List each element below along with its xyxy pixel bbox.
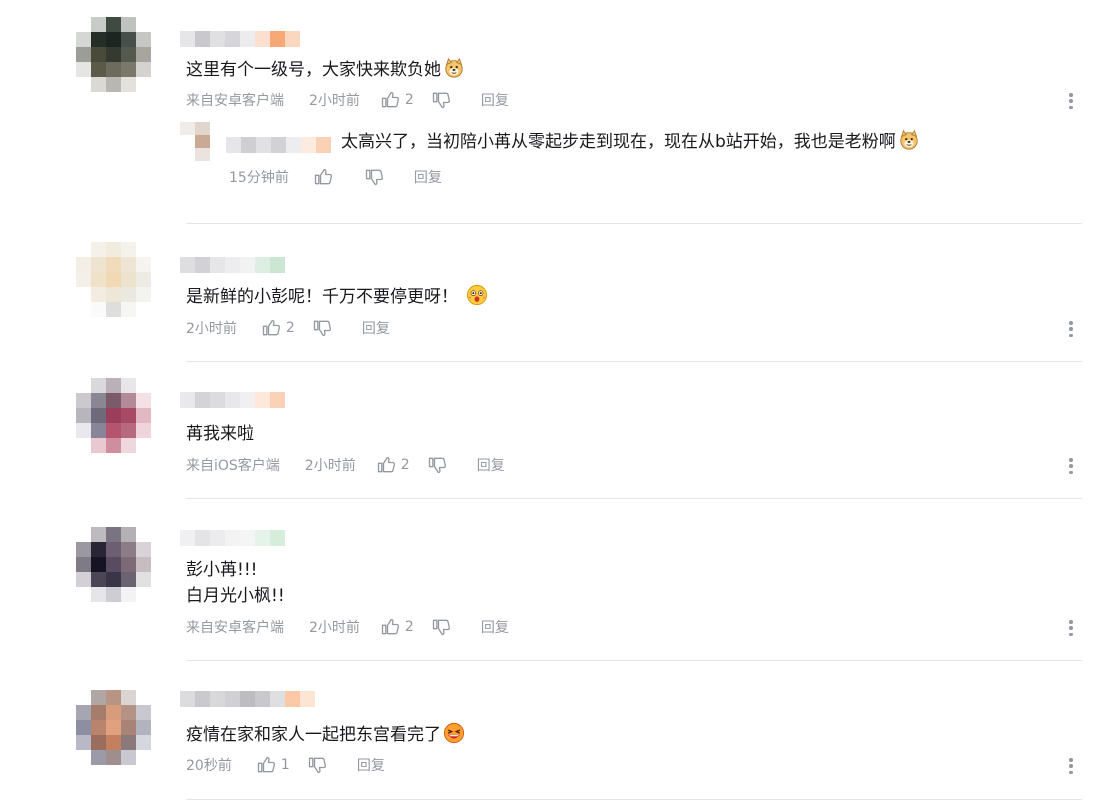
reply-button[interactable]: 回复 [481,90,509,110]
sub-reply-avatar[interactable] [180,122,210,162]
client-source: 来自安卓客户端 [186,93,284,109]
comment-text: 苒我来啦 [186,424,254,444]
laughing-emoji-icon [443,722,465,744]
like-button[interactable] [313,167,348,187]
like-button[interactable]: 2 [261,318,296,338]
comment-meta: 2小时前 2 回复 [186,318,390,338]
like-count: 2 [400,457,410,473]
reply-button[interactable]: 回复 [357,755,385,775]
more-vertical-icon[interactable] [1063,756,1079,776]
reply-button[interactable]: 回复 [477,455,505,475]
timestamp: 2小时前 [304,458,356,474]
username-blurred[interactable] [180,691,315,707]
avatar[interactable] [76,17,151,92]
more-vertical-icon[interactable] [1063,456,1079,476]
thumb-up-icon [261,318,281,338]
reply-button[interactable]: 回复 [414,167,442,187]
comment-meta: 来自安卓客户端 2小时前 2 回复 [186,90,509,110]
timestamp: 20秒前 [186,758,232,774]
thumb-down-icon [307,755,327,775]
timestamp: 15分钟前 [229,170,289,186]
comment-text: 彭小苒!!! 白月光小枫!! [186,557,285,609]
sub-reply-text: 太高兴了，当初陪小苒从零起步走到现在，现在从b站开始，我也是老粉啊 [341,129,920,155]
avatar[interactable] [76,378,151,453]
comment-meta: 来自安卓客户端 2小时前 2 回复 [186,617,509,637]
like-button[interactable]: 2 [380,617,415,637]
dislike-button[interactable] [431,90,451,110]
avatar[interactable] [76,527,151,602]
thumb-down-icon [312,318,332,338]
thumb-down-icon [364,167,384,187]
surprised-emoji-icon [466,284,488,306]
username-blurred[interactable] [180,392,285,408]
comment-text: 疫情在家和家人一起把东宫看完了 [186,722,465,748]
divider [186,799,1082,800]
thumb-up-icon [256,755,276,775]
divider [186,498,1082,499]
dislike-button[interactable] [307,755,327,775]
comment-text: 是新鲜的小彭呢！千万不要停更呀！ [186,284,488,310]
comment-text: 这里有个一级号，大家快来欺负她 [186,57,465,83]
timestamp: 2小时前 [309,93,360,109]
timestamp: 2小时前 [309,620,360,636]
timestamp: 2小时前 [186,321,237,337]
reply-button[interactable]: 回复 [362,318,390,338]
username-blurred[interactable] [180,31,300,47]
comment-text-line: 白月光小枫!! [186,586,285,606]
dislike-button[interactable] [312,318,332,338]
avatar[interactable] [76,242,151,317]
like-count: 2 [285,320,295,336]
client-source: 来自安卓客户端 [186,620,284,636]
username-blurred[interactable] [180,257,285,273]
client-source: 来自iOS客户端 [186,458,280,474]
more-vertical-icon[interactable] [1063,91,1079,111]
thumb-up-icon [380,90,400,110]
sub-reply-username-blurred[interactable] [226,137,331,153]
like-button[interactable]: 1 [256,755,291,775]
comment-meta: 20秒前 1 回复 [186,755,385,775]
more-vertical-icon[interactable] [1063,618,1079,638]
like-button[interactable]: 2 [376,455,411,475]
dislike-button[interactable] [364,167,384,187]
like-button[interactable]: 2 [380,90,415,110]
username-blurred[interactable] [180,530,285,546]
more-vertical-icon[interactable] [1063,319,1079,339]
thumb-down-icon [431,90,451,110]
divider [186,223,1082,224]
doge-emoji-icon [898,129,920,151]
like-count: 2 [404,619,414,635]
thumb-down-icon [427,455,447,475]
thumb-up-icon [376,455,396,475]
divider [186,660,1082,661]
divider [186,361,1082,362]
thumb-down-icon [431,617,451,637]
dislike-button[interactable] [431,617,451,637]
sub-reply-meta: 15分钟前 回复 [229,167,442,187]
doge-emoji-icon [443,57,465,79]
comment-meta: 来自iOS客户端 2小时前 2 回复 [186,455,505,475]
comment-text-line: 彭小苒!!! [186,560,258,580]
like-count: 2 [404,92,414,108]
thumb-up-icon [380,617,400,637]
avatar[interactable] [76,690,151,765]
like-count: 1 [280,757,290,773]
thumb-up-icon [313,167,333,187]
reply-button[interactable]: 回复 [481,617,509,637]
dislike-button[interactable] [427,455,447,475]
